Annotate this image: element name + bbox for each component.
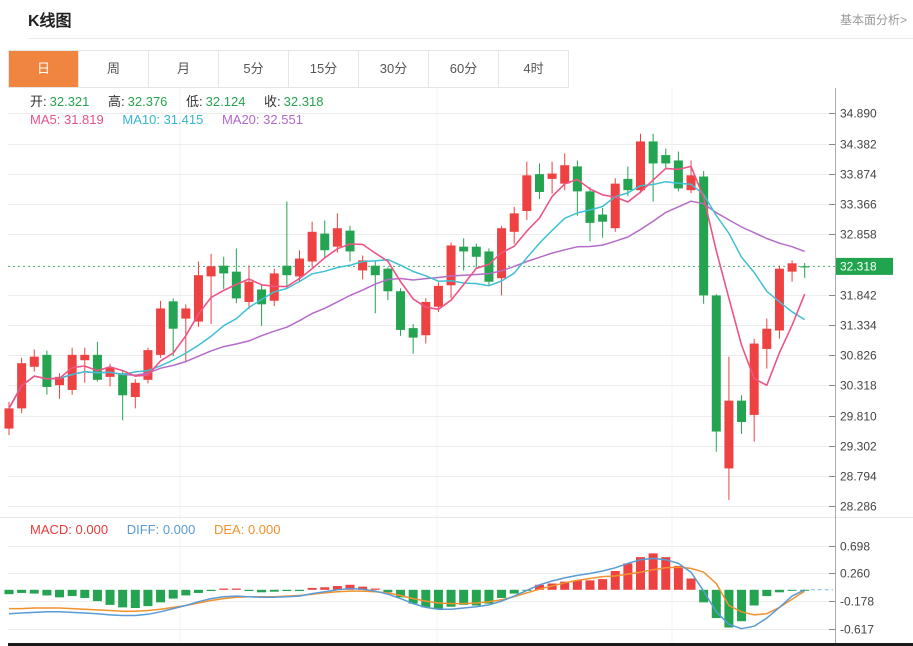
interval-tabbar: 日 周 月 5分 15分 30分 60分 4时 xyxy=(8,50,569,88)
tab-daily[interactable]: 日 xyxy=(9,51,78,87)
svg-text:32.318: 32.318 xyxy=(840,259,877,273)
ma5-value: 31.819 xyxy=(64,112,104,127)
svg-text:33.366: 33.366 xyxy=(840,198,877,212)
ohlc-high: 高:32.376 xyxy=(108,94,167,109)
diff-label: DIFF: xyxy=(127,522,160,537)
page-title: K线图 xyxy=(28,7,72,31)
ohlc-high-label: 高: xyxy=(108,94,125,109)
ohlc-open-value: 32.321 xyxy=(50,94,90,109)
tab-30min[interactable]: 30分 xyxy=(358,51,428,87)
fundamental-analysis-link[interactable]: 基本面分析> xyxy=(840,11,907,28)
tab-4hour[interactable]: 4时 xyxy=(498,51,568,87)
ma20-label: MA20: xyxy=(222,112,260,127)
ohlc-open-label: 开: xyxy=(30,94,47,109)
macd-value: 0.000 xyxy=(76,522,109,537)
dea-label: DEA: xyxy=(214,522,244,537)
diff-value: 0.000 xyxy=(163,522,196,537)
macd-label: MACD: xyxy=(30,522,72,537)
ma-row: MA5: 31.819 MA10: 31.415 MA20: 32.551 xyxy=(30,112,318,127)
svg-text:28.286: 28.286 xyxy=(840,500,877,514)
ma20-value: 32.551 xyxy=(263,112,303,127)
ohlc-close: 收:32.318 xyxy=(264,94,323,109)
header-divider xyxy=(28,38,913,39)
svg-text:-0.617: -0.617 xyxy=(840,623,874,637)
ma20-readout: MA20: 32.551 xyxy=(222,112,303,127)
tab-60min[interactable]: 60分 xyxy=(428,51,498,87)
diff-readout: DIFF: 0.000 xyxy=(127,522,196,537)
svg-text:31.334: 31.334 xyxy=(840,319,877,333)
kline-page: 34.890 34.382 33.874 33.366 32.858 31.842 31.3… xyxy=(0,0,913,646)
ma10-readout: MA10: 31.415 xyxy=(122,112,203,127)
ohlc-open: 开:32.321 xyxy=(30,94,89,109)
ohlc-close-value: 32.318 xyxy=(284,94,324,109)
dea-readout: DEA: 0.000 xyxy=(214,522,281,537)
tab-15min[interactable]: 15分 xyxy=(288,51,358,87)
ohlc-low: 低:32.124 xyxy=(186,94,245,109)
svg-text:-0.178: -0.178 xyxy=(840,595,874,609)
dea-value: 0.000 xyxy=(248,522,281,537)
ohlc-low-label: 低: xyxy=(186,94,203,109)
svg-text:31.842: 31.842 xyxy=(840,289,877,303)
macd-readout-row: MACD: 0.000 DIFF: 0.000 DEA: 0.000 xyxy=(30,522,296,537)
svg-text:0.260: 0.260 xyxy=(840,567,870,581)
svg-text:29.810: 29.810 xyxy=(840,410,877,424)
ohlc-close-label: 收: xyxy=(264,94,281,109)
tab-monthly[interactable]: 月 xyxy=(148,51,218,87)
ma5-label: MA5: xyxy=(30,112,60,127)
ohlc-low-value: 32.124 xyxy=(206,94,246,109)
ohlc-high-value: 32.376 xyxy=(128,94,168,109)
svg-text:29.302: 29.302 xyxy=(840,440,877,454)
svg-text:30.318: 30.318 xyxy=(840,379,877,393)
svg-text:33.874: 33.874 xyxy=(840,168,877,182)
ma10-value: 31.415 xyxy=(164,112,204,127)
tab-5min[interactable]: 5分 xyxy=(218,51,288,87)
tab-weekly[interactable]: 周 xyxy=(78,51,148,87)
svg-text:34.382: 34.382 xyxy=(840,138,877,152)
svg-text:28.794: 28.794 xyxy=(840,470,877,484)
svg-text:34.890: 34.890 xyxy=(840,107,877,121)
svg-text:30.826: 30.826 xyxy=(840,349,877,363)
macd-readout: MACD: 0.000 xyxy=(30,522,108,537)
ohlc-row: 开:32.321 高:32.376 低:32.124 收:32.318 xyxy=(30,91,338,110)
ma10-label: MA10: xyxy=(122,112,160,127)
svg-text:32.858: 32.858 xyxy=(840,228,877,242)
svg-text:0.698: 0.698 xyxy=(840,540,870,554)
ma5-readout: MA5: 31.819 xyxy=(30,112,104,127)
